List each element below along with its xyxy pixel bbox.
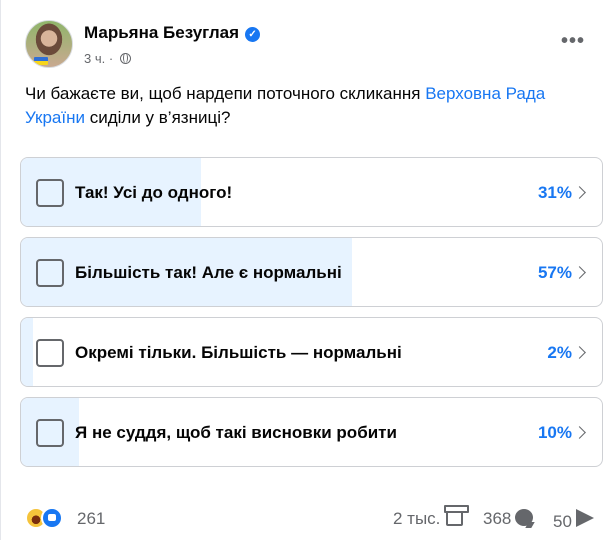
globe-icon bbox=[119, 53, 131, 64]
post-time[interactable]: 3 ч. bbox=[84, 51, 105, 66]
checkbox-icon[interactable] bbox=[36, 339, 64, 367]
author-avatar[interactable] bbox=[25, 20, 73, 68]
poll-option-3[interactable]: Окремі тільки. Більшість — нормальні 2% bbox=[20, 317, 603, 387]
poll-option-percent: 31% bbox=[537, 183, 572, 202]
like-reaction-icon bbox=[41, 507, 63, 529]
poll-option-label: Окремі тільки. Більшість — нормальні bbox=[75, 343, 402, 362]
shares-count[interactable]: 50 bbox=[553, 509, 594, 532]
checkbox-icon[interactable] bbox=[36, 419, 64, 447]
checkbox-icon[interactable] bbox=[36, 259, 64, 287]
poll-option-percent: 2% bbox=[547, 343, 572, 362]
poll-option-percent: 57% bbox=[537, 263, 572, 282]
reaction-count[interactable]: 261 bbox=[77, 509, 105, 529]
post-header: Марьяна Безуглая ✓ 3 ч. · ••• bbox=[25, 20, 591, 70]
poll-option-4[interactable]: Я не суддя, щоб такі висновки робити 10% bbox=[20, 397, 603, 467]
comment-icon bbox=[515, 509, 534, 526]
post-text: Чи бажаєте ви, щоб нардепи поточного скл… bbox=[25, 82, 591, 130]
post-meta: 3 ч. · bbox=[84, 51, 131, 66]
poll-option-percent: 10% bbox=[537, 423, 572, 442]
comments-count-text: 368 bbox=[483, 509, 512, 528]
post-footer: 261 2 тыс. 368 50 bbox=[25, 505, 601, 533]
shares-count-text: 50 bbox=[553, 512, 572, 531]
views-icon bbox=[444, 505, 470, 526]
views-count[interactable]: 2 тыс. bbox=[393, 505, 470, 529]
post-card: Марьяна Безуглая ✓ 3 ч. · ••• Чи бажаєте … bbox=[0, 0, 610, 540]
share-icon bbox=[575, 509, 594, 527]
chevron-right-icon[interactable] bbox=[573, 426, 586, 439]
views-count-text: 2 тыс. bbox=[393, 509, 441, 528]
question-text-end: сиділи у в’язниці? bbox=[85, 108, 231, 127]
chevron-right-icon[interactable] bbox=[573, 186, 586, 199]
poll-option-label: Так! Усі до одного! bbox=[75, 183, 233, 202]
ukraine-flag-icon bbox=[34, 57, 48, 65]
poll-option-label: Я не суддя, щоб такі висновки робити bbox=[75, 423, 397, 442]
chevron-right-icon[interactable] bbox=[573, 266, 586, 279]
poll-option-2[interactable]: Більшість так! Але є нормальні 57% bbox=[20, 237, 603, 307]
poll-option-fill bbox=[21, 318, 33, 386]
verified-badge-icon: ✓ bbox=[245, 27, 261, 42]
author-name[interactable]: Марьяна Безуглая bbox=[84, 23, 239, 42]
reactions-summary[interactable] bbox=[25, 507, 73, 531]
chevron-right-icon[interactable] bbox=[573, 346, 586, 359]
comments-count[interactable]: 368 bbox=[483, 509, 534, 529]
poll-option-1[interactable]: Так! Усі до одного! 31% bbox=[20, 157, 603, 227]
meta-separator: · bbox=[108, 51, 114, 66]
more-options-button[interactable]: ••• bbox=[555, 26, 591, 62]
checkbox-icon[interactable] bbox=[36, 179, 64, 207]
poll-option-label: Більшість так! Але є нормальні bbox=[75, 263, 342, 282]
question-text-start: Чи бажаєте ви, щоб нардепи поточного скл… bbox=[25, 84, 426, 103]
